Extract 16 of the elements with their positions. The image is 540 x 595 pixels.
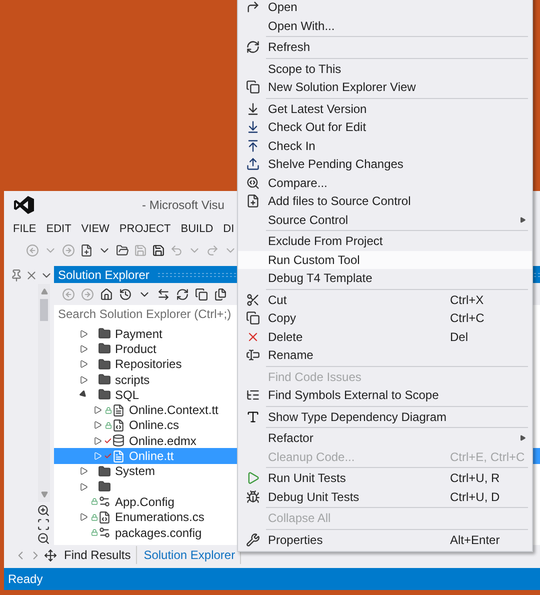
item-label: Online.cs — [129, 418, 180, 432]
item-label: Online.edmx — [129, 434, 196, 448]
window-title: - Microsoft Visu — [142, 198, 224, 212]
item-label: Payment — [115, 326, 162, 341]
item-label: System — [115, 464, 156, 478]
panel-title: Solution Explorer — [58, 268, 150, 282]
item-label: App.Config — [115, 494, 174, 509]
item-label: packages.config — [115, 526, 202, 540]
item-label: Online.Context.tt — [129, 403, 218, 418]
item-label: scripts — [115, 372, 150, 387]
item-label: Online.tt — [129, 449, 174, 464]
item-label: Enumerations.cs — [115, 510, 204, 524]
item-label: Repositories — [115, 357, 182, 372]
status-text: Ready — [8, 572, 43, 586]
item-label: Product — [115, 342, 156, 356]
item-label: SQL — [115, 388, 140, 402]
